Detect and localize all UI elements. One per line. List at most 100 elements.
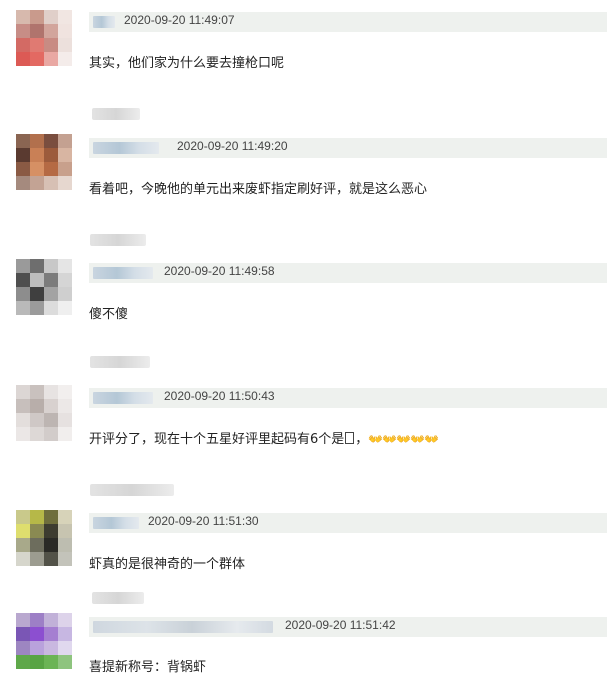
avatar-pixel [30,399,44,413]
avatar-pixel [30,427,44,441]
comment-meta-bar: 2020-09-20 11:49:07 [89,12,607,32]
comment-timestamp: 2020-09-20 11:49:07 [124,13,235,27]
avatar-pixel [44,510,58,524]
avatar-pixel [16,627,30,641]
avatar-pixel [16,287,30,301]
avatar-pixel [30,176,44,190]
avatar-pixel [58,627,72,641]
username-blurred[interactable] [93,16,115,28]
avatar[interactable] [16,510,72,566]
username-blurred[interactable] [93,392,153,404]
username-above-blurred [90,356,150,368]
avatar-pixel [16,413,30,427]
avatar-pixel [44,524,58,538]
avatar-pixel [16,641,30,655]
avatar[interactable] [16,10,72,66]
avatar-pixel [44,52,58,66]
username-above-blurred [90,234,146,246]
avatar-pixel [30,273,44,287]
comment-timestamp: 2020-09-20 11:49:58 [164,264,275,278]
avatar-pixel [16,538,30,552]
avatar-pixel [16,162,30,176]
avatar-pixel [58,427,72,441]
avatar-pixel [30,148,44,162]
avatar-pixel [44,38,58,52]
username-blurred[interactable] [93,517,139,529]
avatar-pixel [58,10,72,24]
avatar-pixel [58,524,72,538]
username-blurred[interactable] [93,267,153,279]
avatar-pixel [44,273,58,287]
avatar-pixel [58,655,72,669]
avatar-pixel [44,413,58,427]
avatar-pixel [30,301,44,315]
avatar-pixel [16,38,30,52]
avatar-pixel [44,148,58,162]
comment-meta-bar: 2020-09-20 11:50:43 [89,388,607,408]
avatar-pixel [58,385,72,399]
avatar-pixel [44,655,58,669]
comment-meta-bar: 2020-09-20 11:49:20 [89,138,607,158]
avatar-pixel [30,385,44,399]
comment-text-suffix: ， [355,432,369,447]
username-blurred[interactable] [93,621,273,633]
avatar-pixel [16,613,30,627]
avatar-pixel [58,287,72,301]
missing-glyph-box [345,432,355,444]
avatar-pixel [44,613,58,627]
avatar-pixel [44,385,58,399]
username-above-blurred [90,484,174,496]
avatar-pixel [16,385,30,399]
avatar-pixel [30,10,44,24]
avatar-pixel [44,24,58,38]
avatar-pixel [44,641,58,655]
avatar-pixel [58,134,72,148]
avatar-pixel [58,413,72,427]
comment-text-main: 开评分了，现在十个五星好评里起码有6个是 [89,432,345,447]
avatar[interactable] [16,385,72,441]
avatar-pixel [16,427,30,441]
avatar-pixel [30,259,44,273]
comment-meta-bar: 2020-09-20 11:49:58 [89,263,607,283]
clapping-hands-emoji: 👐👐👐👐👐 [368,432,439,446]
avatar-pixel [16,52,30,66]
avatar-pixel [58,510,72,524]
avatar-pixel [44,627,58,641]
avatar-pixel [16,24,30,38]
avatar-pixel [16,510,30,524]
avatar-pixel [16,148,30,162]
avatar-pixel [44,162,58,176]
avatar-pixel [44,301,58,315]
avatar-pixel [30,538,44,552]
comment-timestamp: 2020-09-20 11:51:42 [285,618,396,632]
comment-text: 其实，他们家为什么要去撞枪口呢 [89,56,285,71]
avatar-pixel [30,134,44,148]
avatar-pixel [30,613,44,627]
avatar-pixel [30,287,44,301]
avatar-pixel [58,52,72,66]
avatar-pixel [44,427,58,441]
comment-meta-bar: 2020-09-20 11:51:42 [89,617,607,637]
avatar[interactable] [16,259,72,315]
avatar-pixel [16,10,30,24]
avatar[interactable] [16,613,72,669]
comment-text: 喜提新称号：背锅虾 [89,660,207,675]
avatar-pixel [58,162,72,176]
avatar-pixel [44,552,58,566]
comment-text: 看着吧，今晚他的单元出来废虾指定刷好评，就是这么恶心 [89,182,428,197]
avatar-pixel [58,273,72,287]
avatar-pixel [30,552,44,566]
avatar-pixel [16,273,30,287]
avatar-pixel [30,510,44,524]
comment-text: 虾真的是很神奇的一个群体 [89,557,246,572]
avatar-pixel [58,641,72,655]
username-blurred[interactable] [93,142,159,154]
avatar[interactable] [16,134,72,190]
avatar-pixel [30,641,44,655]
avatar-pixel [58,613,72,627]
comment-timestamp: 2020-09-20 11:51:30 [148,514,259,528]
username-above-blurred [92,592,144,604]
avatar-pixel [16,655,30,669]
avatar-pixel [44,287,58,301]
avatar-pixel [16,176,30,190]
